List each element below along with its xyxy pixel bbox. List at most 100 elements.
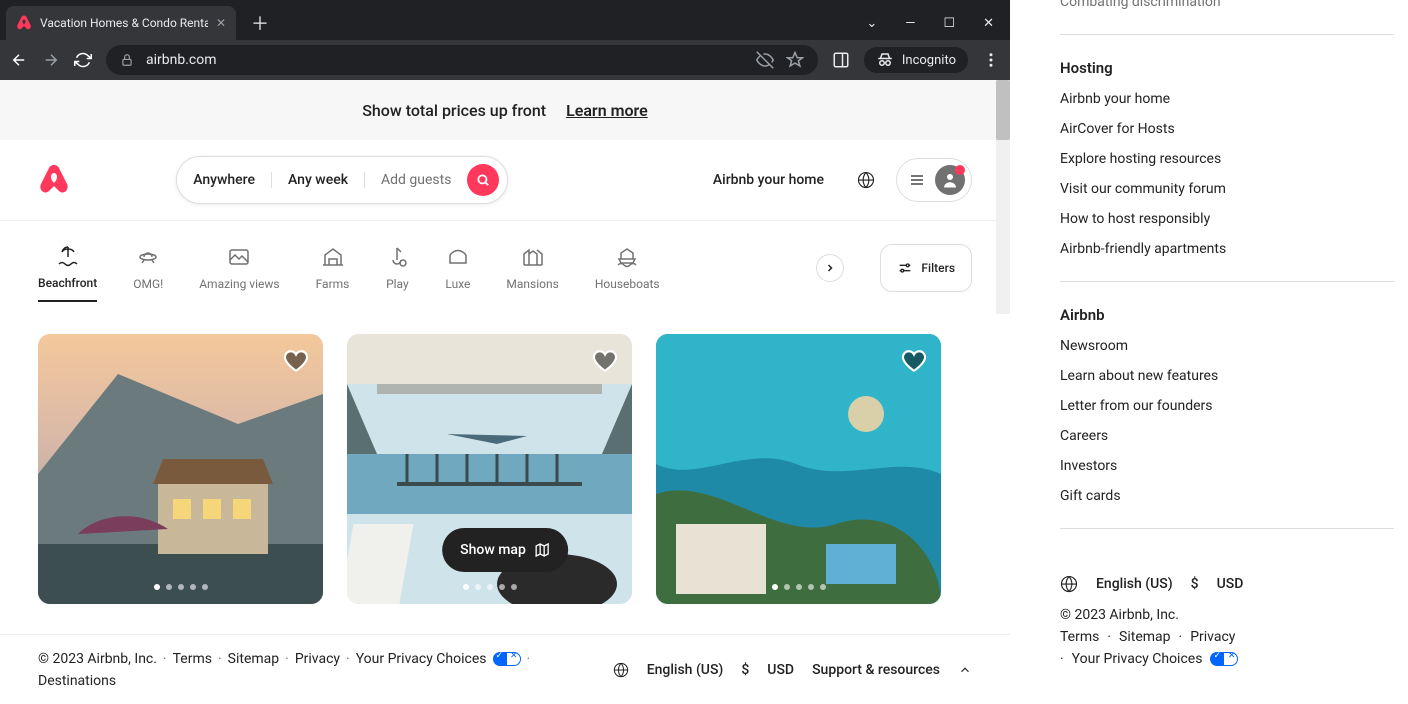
category-label: Amazing views [199,277,279,291]
houseboats-icon [615,245,639,269]
site-header: Anywhere Any week Add guests Airbnb your… [0,140,1010,220]
footer-copyright: © 2023 Airbnb, Inc. [38,651,157,667]
search-pill[interactable]: Anywhere Any week Add guests [176,156,508,204]
listing-card[interactable] [38,334,323,604]
incognito-icon [876,51,894,69]
search-guests[interactable]: Add guests [365,172,467,188]
wishlist-heart-icon[interactable] [901,348,927,374]
category-amazing-views[interactable]: Amazing views [199,235,279,301]
categories-next-button[interactable] [816,254,844,282]
carousel-dots [463,584,517,590]
forward-icon[interactable] [42,51,60,69]
footer-link[interactable]: Airbnb your home [1060,91,1394,107]
airbnb-your-home-link[interactable]: Airbnb your home [701,160,836,200]
footer-link[interactable]: Investors [1060,458,1394,474]
footer-link[interactable]: Newsroom [1060,338,1394,354]
category-label: Play [386,277,409,291]
listing-image [656,334,941,604]
search-where[interactable]: Anywhere [177,172,272,188]
star-icon[interactable] [786,51,804,69]
listing-card[interactable] [656,334,941,604]
minimize-icon[interactable]: ― [905,16,915,31]
listing-image [38,334,323,604]
airbnb-favicon-icon [16,15,32,31]
window-controls: ⌄ ― ☐ ✕ [866,6,1010,40]
globe-icon [857,171,875,189]
footer-support[interactable]: Support & resources [812,662,940,678]
legal-link[interactable]: Sitemap [1119,629,1170,645]
tab-title: Vacation Homes & Condo Rental [40,16,208,30]
privacy-choices-icon [493,652,521,666]
legal-link-privacy-choices[interactable]: Your Privacy Choices [1072,651,1203,667]
carousel-dots [772,584,826,590]
search-when[interactable]: Any week [272,172,365,188]
footer-link-terms[interactable]: Terms [173,651,212,667]
category-houseboats[interactable]: Houseboats [595,235,660,301]
category-label: Farms [316,277,350,291]
footer-link[interactable]: Learn about new features [1060,368,1394,384]
incognito-badge[interactable]: Incognito [864,47,968,73]
panel-currency[interactable]: USD [1217,576,1244,592]
kebab-menu-icon[interactable] [982,51,1000,69]
reload-icon[interactable] [74,51,92,69]
map-icon [534,542,550,558]
category-mansions[interactable]: Mansions [506,235,558,301]
chevron-right-icon [824,262,836,274]
category-farms[interactable]: Farms [316,235,350,301]
show-map-button[interactable]: Show map [442,528,568,572]
globe-icon [613,662,629,678]
chevron-down-icon[interactable]: ⌄ [866,16,877,31]
filters-button[interactable]: Filters [880,244,972,292]
footer-link-privacy[interactable]: Privacy [295,651,340,667]
user-menu-button[interactable] [896,158,972,202]
notification-dot [955,165,965,175]
footer-link[interactable]: Explore hosting resources [1060,151,1394,167]
category-label: Mansions [506,277,558,291]
category-luxe[interactable]: Luxe [445,235,470,301]
category-omg[interactable]: OMG! [133,235,163,301]
footer-link[interactable]: Gift cards [1060,488,1394,504]
legal-link[interactable]: Privacy [1190,629,1235,645]
eye-off-icon[interactable] [756,51,774,69]
globe-icon [1060,575,1078,593]
wishlist-heart-icon[interactable] [592,348,618,374]
panel-icon[interactable] [832,51,850,69]
footer-link-privacy-choices[interactable]: Your Privacy Choices [356,651,487,667]
maximize-icon[interactable]: ☐ [943,16,955,31]
footer-language[interactable]: English (US) [647,662,724,678]
category-bar: Beachfront OMG! Amazing views Farms Play… [0,220,1010,314]
language-button[interactable] [846,160,886,200]
close-window-icon[interactable]: ✕ [983,16,994,31]
category-beachfront[interactable]: Beachfront [38,234,97,302]
footer-link-destinations[interactable]: Destinations [38,673,578,689]
learn-more-link[interactable]: Learn more [566,101,648,120]
incognito-label: Incognito [902,53,956,68]
hamburger-icon [909,172,925,188]
footer-link[interactable]: Careers [1060,428,1394,444]
footer-link[interactable]: Letter from our founders [1060,398,1394,414]
browser-tab[interactable]: Vacation Homes & Condo Rental ✕ [6,6,236,40]
footer-currency[interactable]: USD [767,662,794,678]
footer-link[interactable]: How to host responsibly [1060,211,1394,227]
panel-language[interactable]: English (US) [1096,576,1173,592]
address-bar[interactable]: airbnb.com [106,45,818,75]
back-icon[interactable] [10,51,28,69]
beachfront-icon [56,244,80,268]
footer-link[interactable]: Combating discrimination [1060,0,1394,10]
legal-link[interactable]: Terms [1060,629,1099,645]
close-icon[interactable]: ✕ [216,16,226,30]
category-play[interactable]: Play [385,235,409,301]
airbnb-logo-icon[interactable] [38,163,70,197]
footer-link[interactable]: Visit our community forum [1060,181,1394,197]
listings-grid: Show map [0,314,1010,634]
footer-link[interactable]: Airbnb-friendly apartments [1060,241,1394,257]
scrollbar-thumb[interactable] [996,80,1010,140]
footer-link[interactable]: AirCover for Hosts [1060,121,1394,137]
search-button[interactable] [467,164,499,196]
banner-text: Show total prices up front [362,101,546,120]
footer-link-sitemap[interactable]: Sitemap [228,651,279,667]
category-label: Beachfront [38,276,97,290]
category-label: OMG! [133,277,163,291]
new-tab-button[interactable]: ＋ [246,9,274,37]
wishlist-heart-icon[interactable] [283,348,309,374]
